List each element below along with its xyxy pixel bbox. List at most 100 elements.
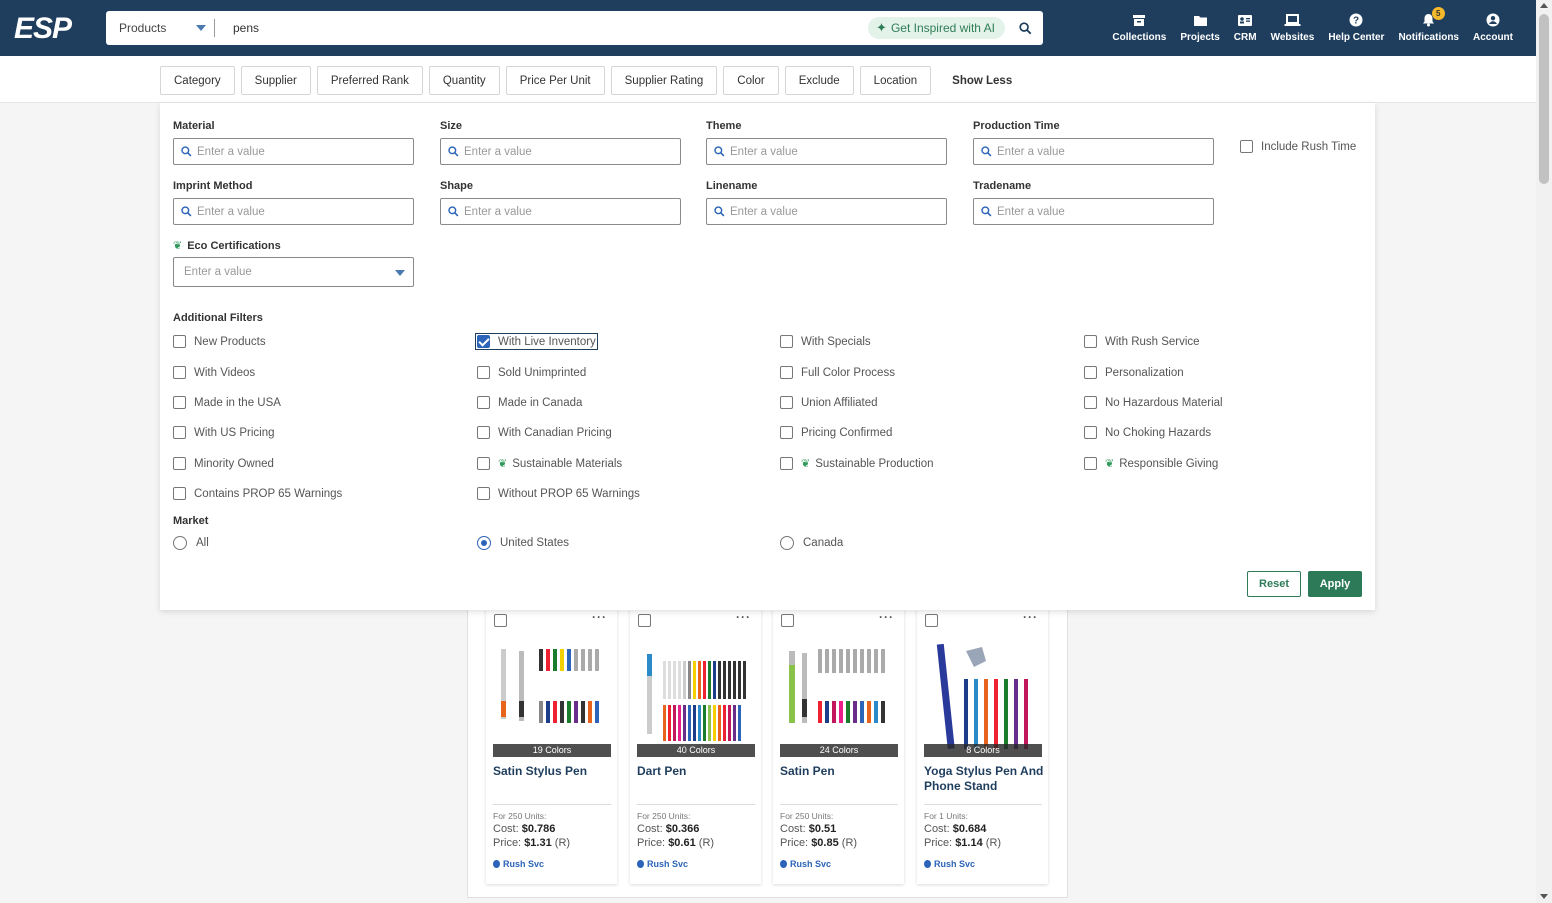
product-card[interactable]: ··· 24 Colors Satin Pen For 250 Units: C… — [773, 606, 904, 884]
scrollbar-thumb[interactable] — [1539, 14, 1549, 184]
checkbox-box[interactable] — [173, 487, 186, 500]
filter-tab-location[interactable]: Location — [859, 66, 932, 95]
nav-collections[interactable]: Collections — [1105, 0, 1173, 56]
include-rush-time-checkbox[interactable]: Include Rush Time — [1240, 140, 1356, 153]
checkbox-box[interactable] — [1084, 426, 1097, 439]
filter-minority-owned[interactable]: Minority Owned — [173, 457, 274, 470]
filter-no-hazardous-material[interactable]: No Hazardous Material — [1084, 396, 1223, 409]
filter-no-choking-hazards[interactable]: No Choking Hazards — [1084, 426, 1211, 439]
nav-projects[interactable]: Projects — [1173, 0, 1226, 56]
checkbox-box[interactable] — [173, 426, 186, 439]
filter-sustainable-materials[interactable]: ❦ Sustainable Materials — [477, 457, 622, 470]
filter-personalization[interactable]: Personalization — [1084, 366, 1184, 379]
filter-full-color-process[interactable]: Full Color Process — [780, 366, 895, 379]
product-card[interactable]: ··· 40 Colors Dart Pen For 250 Units: Co… — [630, 606, 761, 884]
checkbox-box[interactable] — [477, 426, 490, 439]
checkbox-box[interactable] — [173, 457, 186, 470]
filter-tab-category[interactable]: Category — [160, 66, 235, 95]
more-options-icon[interactable]: ··· — [1023, 610, 1038, 624]
checkbox-box[interactable] — [780, 335, 793, 348]
product-select-checkbox[interactable] — [925, 614, 938, 627]
shape-input[interactable]: Enter a value — [440, 198, 681, 225]
filter-tab-price-per-unit[interactable]: Price Per Unit — [505, 66, 605, 95]
filter-sold-unimprinted[interactable]: Sold Unimprinted — [477, 366, 586, 379]
get-inspired-ai-button[interactable]: ✦ Get Inspired with AI — [868, 17, 1005, 39]
checkbox-box[interactable] — [1084, 457, 1097, 470]
market-radio-all[interactable]: All — [173, 536, 209, 550]
scroll-down-icon[interactable] — [1540, 894, 1548, 899]
checkbox-box[interactable] — [1084, 396, 1097, 409]
checkbox-box[interactable] — [173, 366, 186, 379]
filter-with-specials[interactable]: With Specials — [780, 335, 871, 348]
vertical-scrollbar[interactable] — [1536, 0, 1552, 903]
checkbox-box[interactable] — [173, 335, 186, 348]
filter-tab-preferred-rank[interactable]: Preferred Rank — [316, 66, 423, 95]
more-options-icon[interactable]: ··· — [879, 610, 894, 624]
filter-made-in-usa[interactable]: Made in the USA — [173, 396, 281, 409]
size-input[interactable]: Enter a value — [440, 138, 681, 165]
material-input[interactable]: Enter a value — [173, 138, 414, 165]
filter-with-us-pricing[interactable]: With US Pricing — [173, 426, 275, 439]
tradename-input[interactable]: Enter a value — [973, 198, 1214, 225]
product-name[interactable]: Satin Stylus Pen — [493, 764, 613, 779]
nav-help-center[interactable]: ? Help Center — [1321, 0, 1391, 56]
radio-circle-selected[interactable] — [477, 536, 491, 550]
checkbox-box[interactable] — [780, 366, 793, 379]
nav-notifications[interactable]: 5 Notifications — [1391, 0, 1466, 56]
filter-responsible-giving[interactable]: ❦ Responsible Giving — [1084, 457, 1218, 470]
apply-button[interactable]: Apply — [1308, 571, 1362, 597]
filter-new-products[interactable]: New Products — [173, 335, 266, 348]
production-time-input[interactable]: Enter a value — [973, 138, 1214, 165]
radio-circle[interactable] — [173, 536, 187, 550]
product-image[interactable] — [637, 639, 755, 757]
filter-with-rush-service[interactable]: With Rush Service — [1084, 335, 1200, 348]
reset-button[interactable]: Reset — [1247, 571, 1301, 597]
checkbox-box[interactable] — [780, 396, 793, 409]
radio-circle[interactable] — [780, 536, 794, 550]
nav-account[interactable]: Account — [1466, 0, 1520, 56]
checkbox-box-checked[interactable] — [477, 335, 490, 348]
imprint-method-input[interactable]: Enter a value — [173, 198, 414, 225]
esp-logo[interactable]: ESP — [14, 12, 82, 45]
linename-input[interactable]: Enter a value — [706, 198, 947, 225]
filter-made-in-canada[interactable]: Made in Canada — [477, 396, 582, 409]
search-input[interactable]: pens — [215, 21, 868, 35]
product-select-checkbox[interactable] — [638, 614, 651, 627]
product-select-checkbox[interactable] — [494, 614, 507, 627]
product-name[interactable]: Yoga Stylus Pen And Phone Stand — [924, 764, 1044, 794]
filter-contains-prop65[interactable]: Contains PROP 65 Warnings — [173, 487, 342, 500]
market-radio-united-states[interactable]: United States — [477, 536, 569, 550]
product-image[interactable] — [780, 639, 898, 757]
checkbox-box[interactable] — [477, 487, 490, 500]
checkbox-box[interactable] — [477, 457, 490, 470]
filter-without-prop65[interactable]: Without PROP 65 Warnings — [477, 487, 640, 500]
checkbox-box[interactable] — [780, 426, 793, 439]
eco-certifications-select[interactable]: Enter a value — [173, 257, 414, 287]
market-radio-canada[interactable]: Canada — [780, 536, 843, 550]
filter-with-canadian-pricing[interactable]: With Canadian Pricing — [477, 426, 612, 439]
theme-input[interactable]: Enter a value — [706, 138, 947, 165]
checkbox-box[interactable] — [477, 396, 490, 409]
filter-tab-quantity[interactable]: Quantity — [428, 66, 500, 95]
filter-with-videos[interactable]: With Videos — [173, 366, 255, 379]
scroll-up-icon[interactable] — [1540, 3, 1548, 8]
checkbox-box[interactable] — [1084, 366, 1097, 379]
nav-websites[interactable]: Websites — [1264, 0, 1322, 56]
filter-with-live-inventory[interactable]: With Live Inventory — [475, 333, 598, 350]
product-card[interactable]: ··· 8 Colors Yoga Stylus Pen And Phone S… — [917, 606, 1048, 884]
product-select-checkbox[interactable] — [781, 614, 794, 627]
filter-union-affiliated[interactable]: Union Affiliated — [780, 396, 878, 409]
product-card[interactable]: ··· 19 Colors Satin Stylus Pen For 250 U… — [486, 606, 617, 884]
filter-pricing-confirmed[interactable]: Pricing Confirmed — [780, 426, 892, 439]
checkbox-box[interactable] — [780, 457, 793, 470]
nav-crm[interactable]: CRM — [1227, 0, 1264, 56]
product-image[interactable] — [924, 639, 1042, 757]
filter-tab-exclude[interactable]: Exclude — [784, 66, 854, 95]
checkbox-box[interactable] — [1240, 140, 1253, 153]
more-options-icon[interactable]: ··· — [592, 610, 607, 624]
checkbox-box[interactable] — [1084, 335, 1097, 348]
product-image[interactable] — [493, 639, 611, 757]
show-less-button[interactable]: Show Less — [937, 66, 1027, 95]
product-name[interactable]: Satin Pen — [780, 764, 900, 779]
product-name[interactable]: Dart Pen — [637, 764, 757, 779]
